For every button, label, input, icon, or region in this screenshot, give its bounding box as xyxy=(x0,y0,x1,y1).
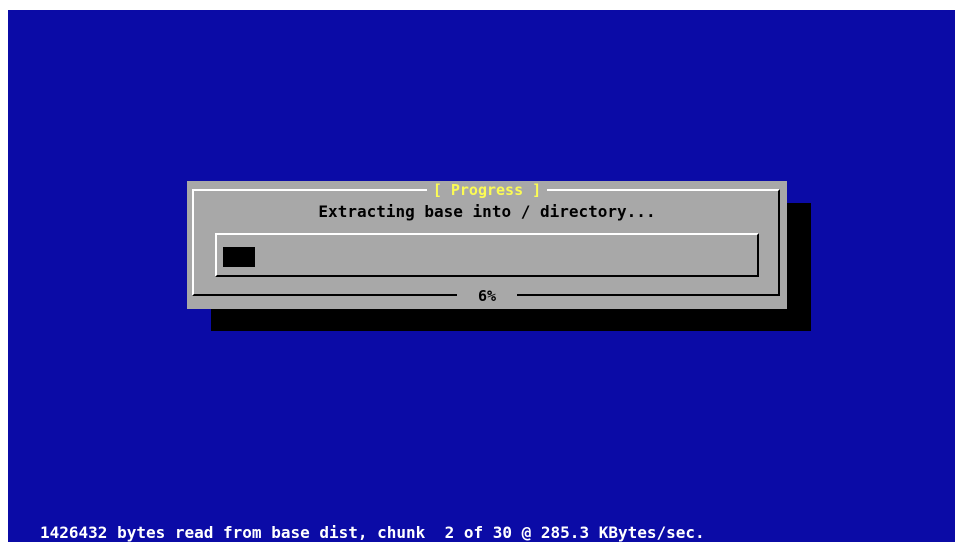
dialog-title: [ Progress ] xyxy=(427,181,547,199)
progress-fill xyxy=(223,247,255,267)
progress-message: Extracting base into / directory... xyxy=(318,202,656,221)
progress-bar xyxy=(215,233,759,277)
progress-dialog: [ Progress ] Extracting base into / dire… xyxy=(187,181,787,309)
progress-percent: 6% xyxy=(457,287,517,305)
installer-screen: [ Progress ] Extracting base into / dire… xyxy=(8,10,955,542)
status-line: 1426432 bytes read from base dist, chunk… xyxy=(40,523,705,542)
